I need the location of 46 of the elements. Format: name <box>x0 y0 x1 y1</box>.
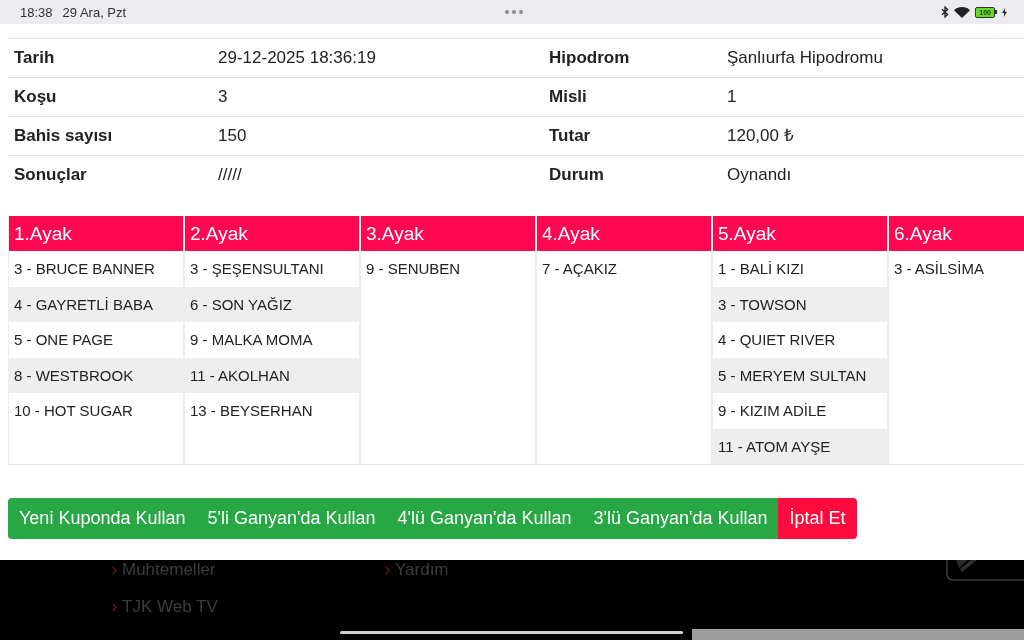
leg-header: 5.Ayak <box>713 216 887 251</box>
chevron-icon <box>385 565 390 575</box>
leg-header: 3.Ayak <box>361 216 535 251</box>
detail-value: 120,00 ₺ <box>726 126 795 146</box>
dots-icon[interactable] <box>504 10 523 14</box>
horse-entry: 11 - AKOLHAN <box>185 357 359 393</box>
badge-outline-icon <box>946 560 1024 581</box>
horse-entry: 11 - ATOM AYŞE <box>713 428 887 464</box>
detail-value: Şanlıurfa Hipodromu <box>726 48 884 68</box>
detail-value: ///// <box>217 165 243 185</box>
status-time: 18:38 <box>20 4 53 20</box>
leg-header: 6.Ayak <box>889 216 1024 251</box>
detail-label: Bahis sayısı <box>13 126 114 146</box>
detail-value: 150 <box>217 126 248 146</box>
use-button[interactable]: 4'lü Ganyan'da Kullan <box>386 498 583 539</box>
horse-entry: 4 - GAYRETLİ BABA <box>9 286 183 322</box>
status-date: 29 Ara, Pzt <box>62 4 127 20</box>
detail-label: Durum <box>548 165 605 185</box>
bluetooth-icon <box>941 6 950 18</box>
detail-value: 1 <box>726 87 738 107</box>
detail-label: Hipodrom <box>548 48 631 68</box>
horse-entry: 6 - SON YAĞIZ <box>185 286 359 322</box>
footer-link[interactable]: TJK Web TV <box>122 597 218 617</box>
horse-entry: 3 - TOWSON <box>713 286 887 322</box>
detail-value: Oynandı <box>726 165 793 185</box>
leg-header: 2.Ayak <box>185 216 359 251</box>
detail-label: Misli <box>548 87 588 107</box>
detail-label: Tutar <box>548 126 592 146</box>
detail-value: 3 <box>217 87 229 107</box>
wifi-icon <box>954 6 971 18</box>
cancel-button[interactable]: İptal Et <box>778 498 857 539</box>
detail-value: 29-12-2025 18:36:19 <box>217 48 377 68</box>
footer-link[interactable]: Muhtemeller <box>122 560 216 580</box>
detail-label: Koşu <box>13 87 58 107</box>
detail-label: Tarih <box>13 48 56 68</box>
detail-label: Sonuçlar <box>13 165 88 185</box>
leg-header: 4.Ayak <box>537 216 711 251</box>
footer-link[interactable]: Yardım <box>395 560 449 580</box>
chevron-icon <box>112 565 117 575</box>
use-button[interactable]: 3'lü Ganyan'da Kullan <box>582 498 779 539</box>
chevron-icon <box>112 602 117 612</box>
horse-entry: 5 - MERYEM SULTAN <box>713 357 887 393</box>
leg-header: 1.Ayak <box>9 216 183 251</box>
horse-entry: 8 - WESTBROOK <box>9 357 183 393</box>
use-button[interactable]: 5'li Ganyan'da Kullan <box>196 498 387 539</box>
use-button[interactable]: Yeni Kuponda Kullan <box>8 498 197 539</box>
